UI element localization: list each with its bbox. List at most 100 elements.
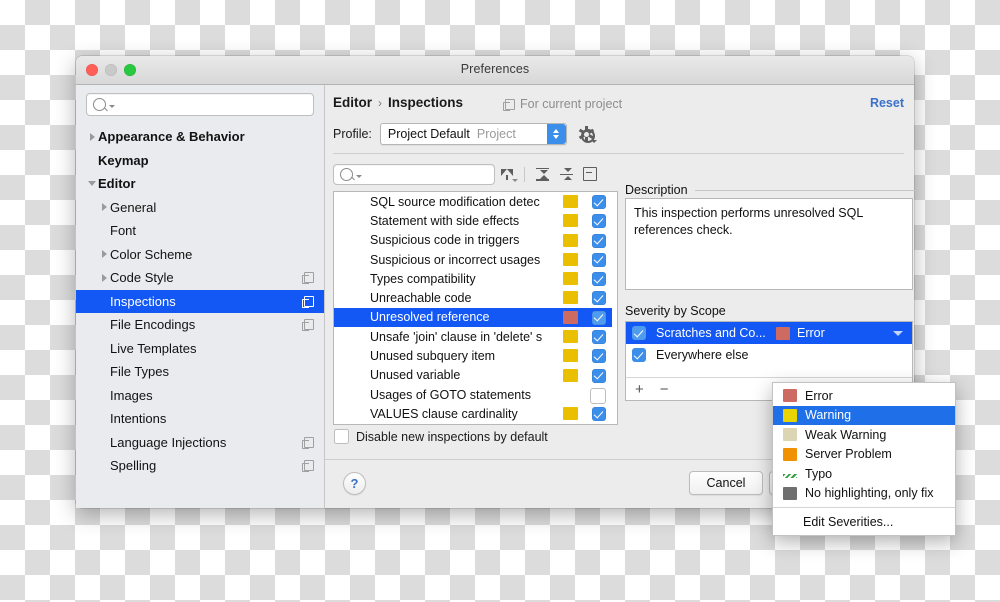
inspection-enabled-checkbox[interactable] xyxy=(590,387,606,404)
inspection-row[interactable]: Types compatibility xyxy=(334,269,617,288)
chevron-right-icon[interactable] xyxy=(86,132,98,141)
sidebar-item-appearance-behavior[interactable]: Appearance & Behavior xyxy=(76,125,324,149)
inspection-row[interactable]: Suspicious or incorrect usages xyxy=(334,250,617,269)
sidebar-item-label: Inspections xyxy=(110,293,176,309)
menu-divider xyxy=(773,507,955,508)
inspection-enabled-checkbox[interactable] xyxy=(592,310,606,325)
remove-scope-button[interactable]: − xyxy=(660,382,669,397)
severity-swatch[interactable] xyxy=(563,272,578,286)
inspection-row[interactable]: Usages of GOTO statements xyxy=(334,385,617,404)
inspection-row[interactable]: Unsafe 'join' clause in 'delete' s xyxy=(334,327,617,346)
severity-swatch[interactable] xyxy=(563,214,578,228)
severity-menu-item[interactable]: Warning xyxy=(773,405,955,425)
help-button[interactable]: ? xyxy=(343,472,366,495)
add-scope-button[interactable]: + xyxy=(635,382,644,397)
edit-severities-menu-item[interactable]: Edit Severities... xyxy=(773,512,955,532)
severity-swatch[interactable] xyxy=(563,195,578,208)
stepper-icon[interactable] xyxy=(546,124,566,144)
disable-new-inspections-label: Disable new inspections by default xyxy=(356,429,548,444)
sidebar-item-general[interactable]: General xyxy=(76,196,324,220)
inspection-enabled-checkbox[interactable] xyxy=(592,233,606,248)
scope-severity-cell[interactable]: Error xyxy=(776,326,825,340)
severity-swatch[interactable] xyxy=(563,330,578,344)
inspection-name: Suspicious code in triggers xyxy=(370,233,520,248)
sidebar-item-intentions[interactable]: Intentions xyxy=(76,407,324,431)
breadcrumb-parent[interactable]: Editor xyxy=(333,95,372,110)
cancel-button[interactable]: Cancel xyxy=(689,471,763,495)
scope-enabled-checkbox[interactable] xyxy=(632,348,646,362)
sidebar-item-keymap[interactable]: Keymap xyxy=(76,149,324,173)
inspection-enabled-checkbox[interactable] xyxy=(592,214,606,229)
severity-swatch[interactable] xyxy=(563,233,578,247)
inspection-row[interactable]: Suspicious code in triggers xyxy=(334,231,617,250)
inspection-enabled-checkbox[interactable] xyxy=(592,407,606,422)
inspection-list-scrollbar[interactable] xyxy=(612,192,617,424)
scope-enabled-checkbox[interactable] xyxy=(632,326,646,340)
sidebar-item-code-style[interactable]: Code Style xyxy=(76,266,324,290)
inspection-enabled-checkbox[interactable] xyxy=(592,195,606,209)
severity-swatch[interactable] xyxy=(563,310,578,324)
severity-menu-item[interactable]: No highlighting, only fix xyxy=(773,484,955,504)
sidebar-item-file-types[interactable]: File Types xyxy=(76,360,324,384)
inspection-row[interactable]: Unused subquery item xyxy=(334,346,617,365)
disable-new-inspections-checkbox[interactable]: Disable new inspections by default xyxy=(334,429,548,444)
sidebar-item-font[interactable]: Font xyxy=(76,219,324,243)
inspection-name: Usages of GOTO statements xyxy=(370,387,531,402)
inspection-enabled-checkbox[interactable] xyxy=(592,291,606,306)
severity-swatch[interactable] xyxy=(563,349,578,363)
sidebar-item-inspections[interactable]: Inspections xyxy=(76,289,324,313)
sidebar-item-spelling[interactable]: Spelling xyxy=(76,454,324,478)
chevron-down-icon[interactable] xyxy=(86,181,98,187)
severity-menu-item[interactable]: Error xyxy=(773,386,955,406)
sidebar-item-file-encodings[interactable]: File Encodings xyxy=(76,313,324,337)
sidebar-item-language-injections[interactable]: Language Injections xyxy=(76,431,324,455)
inspection-list[interactable]: SQL source modification detec Statement w… xyxy=(333,191,618,425)
severity-swatch[interactable] xyxy=(563,407,578,421)
severity-swatch[interactable] xyxy=(563,368,578,382)
box-minus-shape xyxy=(583,167,597,181)
severity-menu-item[interactable]: Typo xyxy=(773,464,955,484)
inspection-enabled-checkbox[interactable] xyxy=(592,349,606,364)
window-title: Preferences xyxy=(460,62,530,76)
chevron-down-icon[interactable] xyxy=(893,330,903,336)
reset-link[interactable]: Reset xyxy=(870,96,904,110)
expand-all-icon[interactable] xyxy=(530,163,554,185)
inspection-row[interactable]: Unused variable xyxy=(334,366,617,385)
collapse-shape xyxy=(559,168,573,181)
severity-swatch[interactable] xyxy=(563,291,578,305)
severity-dropdown-menu[interactable]: Error Warning Weak Warning Server Problem Ty… xyxy=(772,382,956,536)
sidebar-item-color-scheme[interactable]: Color Scheme xyxy=(76,243,324,267)
severity-menu-item[interactable]: Weak Warning xyxy=(773,425,955,445)
sidebar-item-images[interactable]: Images xyxy=(76,384,324,408)
chevron-right-icon[interactable] xyxy=(98,273,110,282)
scope-name: Scratches and Co... xyxy=(656,326,766,340)
sidebar-item-editor[interactable]: Editor xyxy=(76,172,324,196)
severity-scope-row[interactable]: Everywhere else xyxy=(626,344,912,366)
severity-menu-item[interactable]: Server Problem xyxy=(773,445,955,465)
gear-icon[interactable] xyxy=(578,126,597,143)
inspection-enabled-checkbox[interactable] xyxy=(592,330,606,345)
sidebar-search-input[interactable] xyxy=(86,93,314,116)
inspection-row[interactable]: Unresolved reference xyxy=(334,307,617,328)
inspection-enabled-checkbox[interactable] xyxy=(592,272,606,287)
scope-note: For current project xyxy=(503,97,622,111)
chevron-right-icon[interactable] xyxy=(98,203,110,212)
severity-swatch[interactable] xyxy=(563,252,578,266)
inspection-row[interactable]: SQL source modification detec xyxy=(334,192,617,211)
inspection-row[interactable]: Statement with side effects xyxy=(334,211,617,230)
collapse-all-icon[interactable] xyxy=(554,163,578,185)
severity-value: Error xyxy=(797,326,825,340)
gear-hole xyxy=(583,131,589,137)
profile-select[interactable]: Project Default Project xyxy=(379,123,567,145)
inspection-row[interactable]: Unreachable code xyxy=(334,288,617,307)
inspection-enabled-checkbox[interactable] xyxy=(592,368,606,383)
filter-icon[interactable] xyxy=(495,163,519,185)
inspection-row[interactable]: VALUES clause cardinality xyxy=(334,404,617,423)
inspection-enabled-checkbox[interactable] xyxy=(592,252,606,267)
severity-scope-row[interactable]: Scratches and Co... Error xyxy=(626,322,912,344)
inspection-search-input[interactable] xyxy=(333,163,495,185)
inspection-name: Unresolved reference xyxy=(370,310,490,325)
chevron-right-icon[interactable] xyxy=(98,250,110,259)
sidebar-item-live-templates[interactable]: Live Templates xyxy=(76,337,324,361)
box-minus-icon[interactable] xyxy=(578,163,602,185)
